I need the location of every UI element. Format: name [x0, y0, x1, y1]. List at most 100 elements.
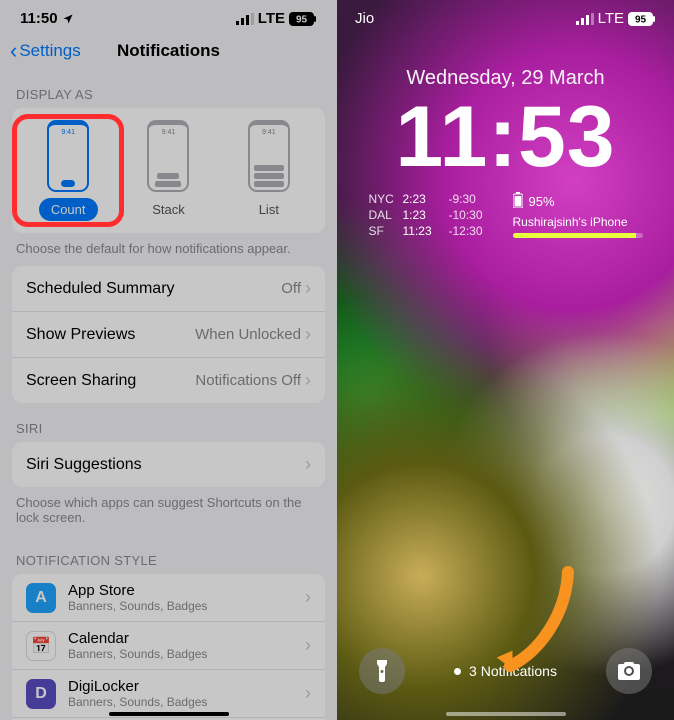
battery-widget[interactable]: 95% Rushirajsinh's iPhone — [513, 192, 643, 238]
battery-mini-icon — [513, 192, 523, 211]
world-clock-widget[interactable]: NYC 2:23 -9:30 DAL 1:23 -10:30 SF 11:23 -12:30 — [369, 192, 493, 238]
clock-city: SF — [369, 224, 397, 238]
mini-phone-preview: 9:41 — [248, 120, 290, 192]
lock-time: 11:53 — [337, 94, 674, 180]
location-arrow-icon — [62, 13, 74, 25]
clock-time: 2:23 — [403, 192, 443, 206]
flashlight-button[interactable] — [359, 648, 405, 694]
mini-phone-preview: 9:41 — [47, 120, 89, 192]
mini-time: 9:41 — [61, 129, 75, 136]
app-text: Calendar Banners, Sounds, Badges — [68, 630, 305, 661]
nav-bar: ‹ Settings Notifications — [0, 33, 337, 69]
clock-time: 1:23 — [403, 208, 443, 222]
chevron-right-icon: › — [305, 454, 311, 475]
notification-count-label: 3 Notifications — [469, 663, 557, 679]
app-row-digilocker[interactable]: D DigiLocker Banners, Sounds, Badges › — [12, 670, 325, 718]
chevron-right-icon: › — [305, 324, 311, 345]
battery-pct: 95% — [529, 194, 555, 209]
lock-bottom-row: 3 Notifications — [337, 648, 674, 694]
clock-city: DAL — [369, 208, 397, 222]
section-header-siri: SIRI — [0, 403, 337, 442]
notification-count-summary[interactable]: 3 Notifications — [454, 663, 557, 679]
app-sub: Banners, Sounds, Badges — [68, 647, 305, 661]
app-sub: Banners, Sounds, Badges — [68, 695, 305, 709]
row-label: Scheduled Summary — [26, 280, 175, 298]
display-option-list[interactable]: 9:41 List — [219, 120, 319, 221]
app-text: DigiLocker Banners, Sounds, Badges — [68, 678, 305, 709]
section-header-display: DISPLAY AS — [0, 69, 337, 108]
row-value: Notifications Off — [195, 372, 301, 389]
notification-dot-icon — [454, 668, 461, 675]
row-label: Show Previews — [26, 326, 135, 344]
app-icon: A — [26, 583, 56, 613]
carrier-label: Jio — [355, 10, 374, 27]
clock-time: 11:23 — [403, 224, 443, 238]
clock-offset: -12:30 — [449, 224, 493, 238]
app-name: Calendar — [68, 630, 305, 647]
battery-bar-fill — [513, 233, 637, 238]
display-option-label: Count — [39, 198, 98, 221]
page-title: Notifications — [117, 41, 220, 61]
settings-row-show-previews[interactable]: Show Previews When Unlocked › — [12, 312, 325, 358]
app-text: App Store Banners, Sounds, Badges — [68, 582, 305, 613]
row-value: Off — [281, 280, 301, 297]
app-row-calendar[interactable]: 📅 Calendar Banners, Sounds, Badges › — [12, 622, 325, 670]
chevron-right-icon: › — [305, 370, 311, 391]
display-option-label: Stack — [140, 198, 197, 221]
battery-icon: 95 — [289, 12, 317, 26]
svg-text:95: 95 — [296, 14, 308, 25]
settings-screen: 11:50 LTE 95 ‹ Settings Notifications DI… — [0, 0, 337, 720]
clock-offset: -9:30 — [449, 192, 493, 206]
display-hint: Choose the default for how notifications… — [0, 233, 337, 266]
status-bar-left: 11:50 LTE 95 — [0, 0, 337, 33]
chevron-left-icon: ‹ — [10, 40, 17, 62]
clock-city: NYC — [369, 192, 397, 206]
camera-button[interactable] — [606, 648, 652, 694]
home-indicator[interactable] — [109, 712, 229, 716]
app-icon: 📅 — [26, 631, 56, 661]
lock-date: Wednesday, 29 March — [337, 67, 674, 90]
display-option-stack[interactable]: 9:41 Stack — [118, 120, 218, 221]
battery-icon: 95 — [628, 12, 656, 26]
row-value: When Unlocked — [195, 326, 301, 343]
display-option-count[interactable]: 9:41 Count — [18, 120, 118, 221]
home-indicator[interactable] — [446, 712, 566, 716]
lock-widgets: NYC 2:23 -9:30 DAL 1:23 -10:30 SF 11:23 -12:30 9… — [337, 192, 674, 238]
back-button[interactable]: ‹ Settings — [10, 40, 81, 62]
chevron-right-icon: › — [305, 683, 311, 704]
app-name: App Store — [68, 582, 305, 599]
lock-screen: Jio LTE 95 Wednesday, 29 March 11:53 NYC… — [337, 0, 674, 720]
status-bar-right: Jio LTE 95 — [337, 0, 674, 31]
settings-row-scheduled-summary[interactable]: Scheduled Summary Off › — [12, 266, 325, 312]
section-header-style: NOTIFICATION STYLE — [0, 535, 337, 574]
siri-row-label: Siri Suggestions — [26, 456, 142, 474]
display-option-label: List — [247, 198, 291, 221]
clock-offset: -10:30 — [449, 208, 493, 222]
chevron-right-icon: › — [305, 587, 311, 608]
app-name: DigiLocker — [68, 678, 305, 695]
flashlight-icon — [373, 660, 391, 682]
mini-phone-preview: 9:41 — [147, 120, 189, 192]
signal-label: LTE — [598, 10, 624, 27]
settings-row-screen-sharing[interactable]: Screen Sharing Notifications Off › — [12, 358, 325, 403]
row-label: Screen Sharing — [26, 372, 136, 390]
svg-text:95: 95 — [635, 14, 647, 25]
signal-bars-icon — [576, 13, 594, 25]
mini-time: 9:41 — [262, 129, 276, 136]
siri-card: Siri Suggestions › — [12, 442, 325, 487]
display-as-options: 9:41 Count 9:41 Stack 9:41 List — [12, 108, 325, 233]
back-label: Settings — [19, 41, 80, 61]
camera-icon — [618, 662, 640, 680]
signal-label: LTE — [258, 10, 285, 27]
battery-device-name: Rushirajsinh's iPhone — [513, 215, 628, 229]
app-icon: D — [26, 679, 56, 709]
chevron-right-icon: › — [305, 635, 311, 656]
status-time: 11:50 — [20, 10, 58, 27]
signal-bars-icon — [236, 13, 254, 25]
siri-hint: Choose which apps can suggest Shortcuts … — [0, 487, 337, 535]
app-row-app-store[interactable]: A App Store Banners, Sounds, Badges › — [12, 574, 325, 622]
siri-suggestions-row[interactable]: Siri Suggestions › — [12, 442, 325, 487]
settings-rows: Scheduled Summary Off ›Show Previews Whe… — [12, 266, 325, 403]
battery-bar — [513, 233, 643, 238]
app-sub: Banners, Sounds, Badges — [68, 599, 305, 613]
